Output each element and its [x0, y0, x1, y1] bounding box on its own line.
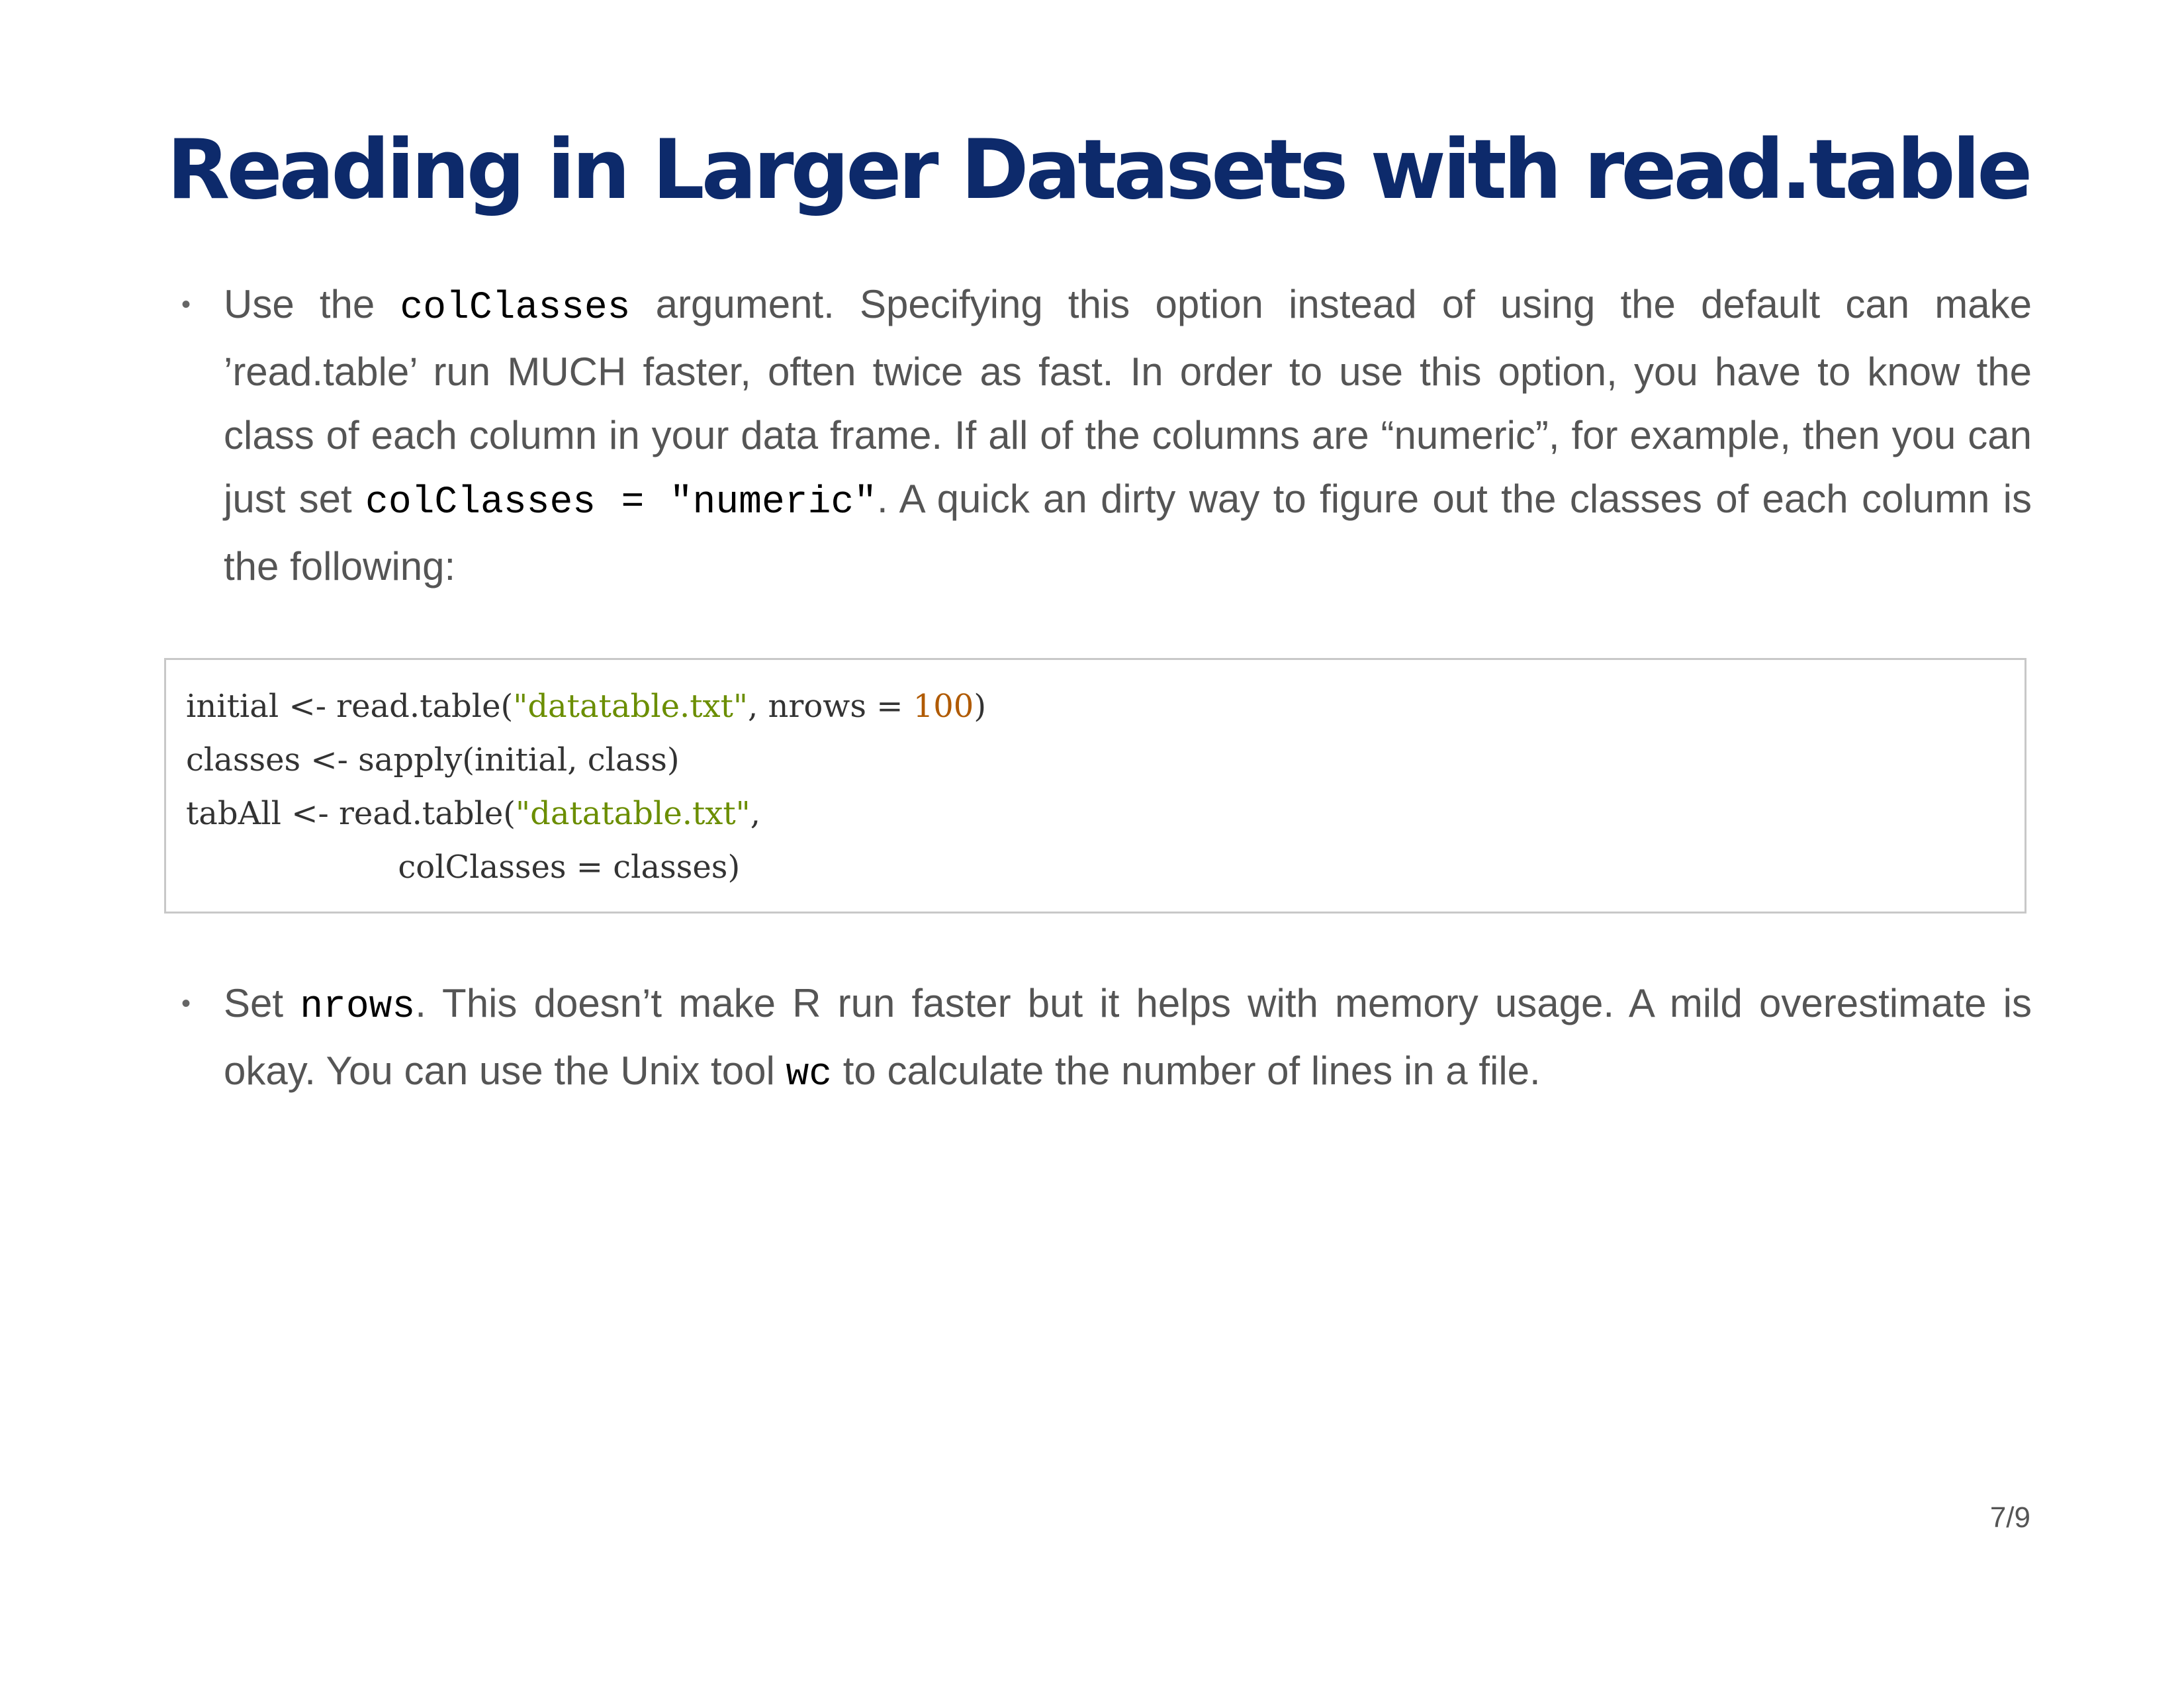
- code-number: 100: [913, 688, 974, 725]
- code-token: initial <- read.table(: [186, 688, 514, 725]
- code-block: initial <- read.table("datatable.txt", n…: [164, 658, 2026, 914]
- inline-code: colClasses = "numeric": [365, 481, 877, 524]
- inline-code: colClasses: [400, 287, 631, 330]
- code-line-1: initial <- read.table("datatable.txt", n…: [186, 688, 986, 725]
- bullet-colclasses: • Use the colClasses argument. Specifying…: [181, 273, 2032, 598]
- code-text: initial <- read.table("datatable.txt", n…: [186, 680, 986, 894]
- slide-title: Reading in Larger Datasets with read.tab…: [167, 122, 2032, 218]
- code-line-4: colClasses = classes): [186, 849, 741, 886]
- inline-code: nrows: [300, 986, 416, 1029]
- bullet-dot: •: [181, 290, 191, 319]
- code-token: tabAll <- read.table(: [186, 795, 516, 832]
- bullet-nrows: • Set nrows. This doesn’t make R run fast…: [181, 972, 2032, 1107]
- bullet-text: to calculate the number of lines in a fi…: [832, 1049, 1541, 1093]
- code-token: ): [974, 688, 987, 725]
- bullet-dot: •: [181, 989, 191, 1018]
- code-string: "datatable.txt": [513, 688, 748, 725]
- inline-code: wc: [786, 1053, 833, 1096]
- slide: Reading in Larger Datasets with read.tab…: [0, 0, 2184, 1688]
- code-token: ,: [750, 795, 760, 832]
- code-token: , nrows =: [747, 688, 913, 725]
- bullet-text: Set: [224, 981, 300, 1025]
- bullet-text: Use the: [224, 282, 400, 326]
- code-line-3: tabAll <- read.table("datatable.txt",: [186, 795, 760, 832]
- page-number: 7/9: [1989, 1501, 2030, 1534]
- code-string: "datatable.txt": [516, 795, 751, 832]
- code-line-2: classes <- sapply(initial, class): [186, 741, 680, 778]
